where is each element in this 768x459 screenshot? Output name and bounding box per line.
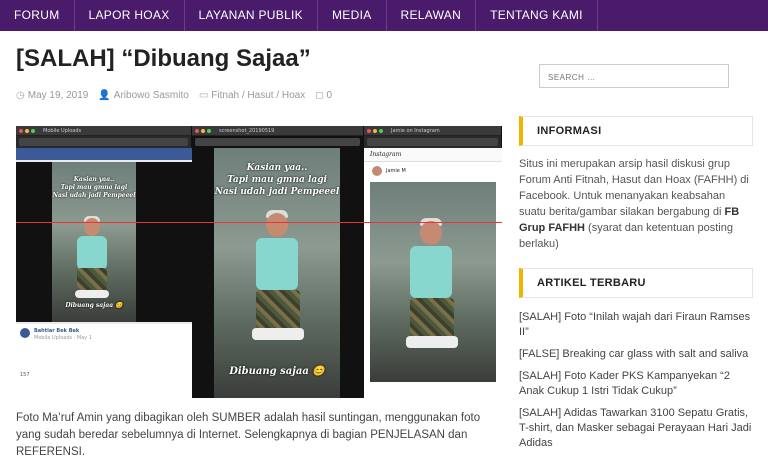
nav-relawan[interactable]: RELAWAN [387, 0, 477, 31]
featured-image[interactable]: Mobile Uploads Kasian yaa.. Tapi mau gmn… [16, 126, 502, 398]
maximize-dot-icon [31, 128, 35, 133]
person-head [84, 218, 100, 236]
browser-tabbar-3: Jamie on Instagram [364, 126, 501, 136]
search-input[interactable] [540, 66, 728, 89]
instagram-logo: Instagram [370, 151, 402, 158]
comparison-guide-line [16, 222, 502, 223]
fb-poster-name: Bahtiar Bek Bek [34, 328, 80, 334]
clock-icon: ◷ [16, 90, 25, 101]
post-excerpt: Foto Ma’ruf Amin yang dibagikan oleh SUM… [16, 412, 481, 458]
widget-title-informasi: INFORMASI [519, 116, 753, 146]
post-comments-count[interactable]: 0 [327, 90, 333, 101]
nav-layanan-publik[interactable]: LAYANAN PUBLIK [185, 0, 318, 31]
fb-post-sub: Mobile Uploads · May 1 [34, 335, 92, 341]
minimize-dot-icon [373, 128, 377, 133]
nav-forum[interactable]: FORUM [0, 0, 75, 31]
facebook-page: Kasian yaa.. Tapi mau gmna lagi Nasi uda… [16, 148, 192, 398]
fb-like-count: 157 [20, 372, 30, 378]
close-dot-icon [19, 128, 23, 133]
post-date: ◷ May 19, 2019 [16, 90, 88, 101]
edited-photo-large: Kasian yaa.. Tapi mau gmna lagi Nasi uda… [214, 148, 340, 398]
instagram-header: Instagram [364, 148, 502, 162]
folder-icon: ▭ [198, 90, 209, 101]
browser-tab-label-3: Jamie on Instagram [391, 127, 440, 134]
person-head [420, 221, 442, 245]
nav-tentang-kami[interactable]: TENTANG KAMI [476, 0, 598, 31]
browser-window-instagram: Jamie on Instagram Instagram Jamie M [364, 126, 502, 398]
large-caption-line-3: Nasi udah jadi Pempeeel [214, 187, 340, 197]
photo-caption-line-1: Kasian yaa.. [73, 176, 115, 183]
address-bar-2 [195, 138, 360, 146]
original-photo [370, 182, 496, 382]
photo-caption-line-2: Tapi mau gmna lagi [60, 184, 128, 191]
large-caption-line-1: Kasian yaa.. [246, 163, 308, 173]
browser-tabbar-2: screenshot_20190519 [192, 126, 363, 136]
person-legs [256, 290, 300, 330]
person-torso [410, 246, 452, 298]
post-category-text[interactable]: Fitnah / Hasut / Hoax [211, 90, 305, 101]
minimize-dot-icon [25, 128, 29, 133]
post-author[interactable]: 👤 Aribowo Sasmito [98, 90, 188, 101]
person-legs [410, 298, 454, 338]
facebook-post-info: Bahtiar Bek Bek Mobile Uploads · May 1 1… [16, 324, 192, 398]
browser-tabbar: Mobile Uploads [16, 126, 191, 136]
user-icon: 👤 [98, 90, 111, 101]
instagram-username: Jamie M [386, 168, 406, 174]
browser-window-facebook: Mobile Uploads Kasian yaa.. Tapi mau gmn… [16, 126, 192, 398]
photo-caption-line-3: Nasi udah jadi Pempeeel [52, 192, 136, 199]
person-legs [77, 268, 107, 292]
avatar [372, 166, 382, 176]
info-text-part-1: Situs ini merupakan arsip hasil diskusi … [519, 158, 749, 218]
minimize-dot-icon [201, 128, 205, 133]
person-torso [256, 238, 298, 290]
recent-article-link[interactable]: [SALAH] Foto “Inilah wajah dari Firaun R… [519, 310, 753, 340]
post-comments[interactable]: ◻ 0 [315, 90, 332, 101]
large-caption-bottom: Dibuang sajaa 😊 [229, 366, 325, 377]
info-text: Situs ini merupakan arsip hasil diskusi … [519, 156, 753, 252]
maximize-dot-icon [379, 128, 383, 133]
recent-article-link[interactable]: [SALAH] Foto Kader PKS Kampanyekan “2 An… [519, 369, 753, 399]
browser-window-screenshot: screenshot_20190519 Kasian yaa.. Tapi ma… [192, 126, 364, 398]
facebook-photo: Kasian yaa.. Tapi mau gmna lagi Nasi uda… [16, 162, 192, 322]
widget-title-artikel-terbaru: ARTIKEL TERBARU [519, 268, 753, 298]
post-author-text[interactable]: Aribowo Sasmito [114, 90, 189, 101]
comment-icon: ◻ [315, 90, 324, 101]
address-bar [19, 138, 188, 146]
search-box [539, 64, 729, 89]
person-shoes [252, 328, 304, 340]
address-bar-3 [367, 138, 498, 146]
avatar [20, 328, 30, 338]
edited-photo: Kasian yaa.. Tapi mau gmna lagi Nasi uda… [52, 162, 136, 322]
post-title: [SALAH] “Dibuang Sajaa” [16, 45, 311, 72]
person-head [266, 213, 288, 237]
post-content: [SALAH] “Dibuang Sajaa” ◷ May 19, 2019 👤… [16, 44, 504, 458]
close-dot-icon [367, 128, 371, 133]
main-nav: FORUM LAPOR HOAX LAYANAN PUBLIK MEDIA RE… [0, 0, 768, 31]
post-date-text: May 19, 2019 [27, 90, 89, 101]
post-meta: ◷ May 19, 2019 👤 Aribowo Sasmito ▭ Fitna… [16, 90, 504, 101]
person-torso [77, 236, 107, 270]
nav-media[interactable]: MEDIA [318, 0, 387, 31]
maximize-dot-icon [207, 128, 211, 133]
browser-tab-label: Mobile Uploads [43, 127, 82, 134]
large-caption-top: Kasian yaa.. Tapi mau gmna lagi Nasi uda… [214, 162, 340, 198]
post-category[interactable]: ▭ Fitnah / Hasut / Hoax [199, 90, 305, 101]
person-shoes [75, 290, 109, 298]
photo-caption-bottom: Dibuang sajaa 😊 [65, 302, 123, 309]
facebook-header [16, 148, 192, 160]
photo-caption-top: Kasian yaa.. Tapi mau gmna lagi Nasi uda… [52, 176, 136, 200]
recent-articles-list: [SALAH] Foto “Inilah wajah dari Firaun R… [519, 310, 753, 458]
person-shoes [406, 336, 458, 348]
large-caption-line-2: Tapi mau gmna lagi [227, 175, 327, 185]
recent-article-link[interactable]: [SALAH] Adidas Tawarkan 3100 Sepatu Grat… [519, 406, 753, 451]
nav-lapor-hoax[interactable]: LAPOR HOAX [75, 0, 185, 31]
recent-article-link[interactable]: [FALSE] Breaking car glass with salt and… [519, 347, 753, 362]
close-dot-icon [195, 128, 199, 133]
instagram-page: Instagram Jamie M [364, 148, 502, 398]
browser-tab-label-2: screenshot_20190519 [219, 127, 275, 134]
